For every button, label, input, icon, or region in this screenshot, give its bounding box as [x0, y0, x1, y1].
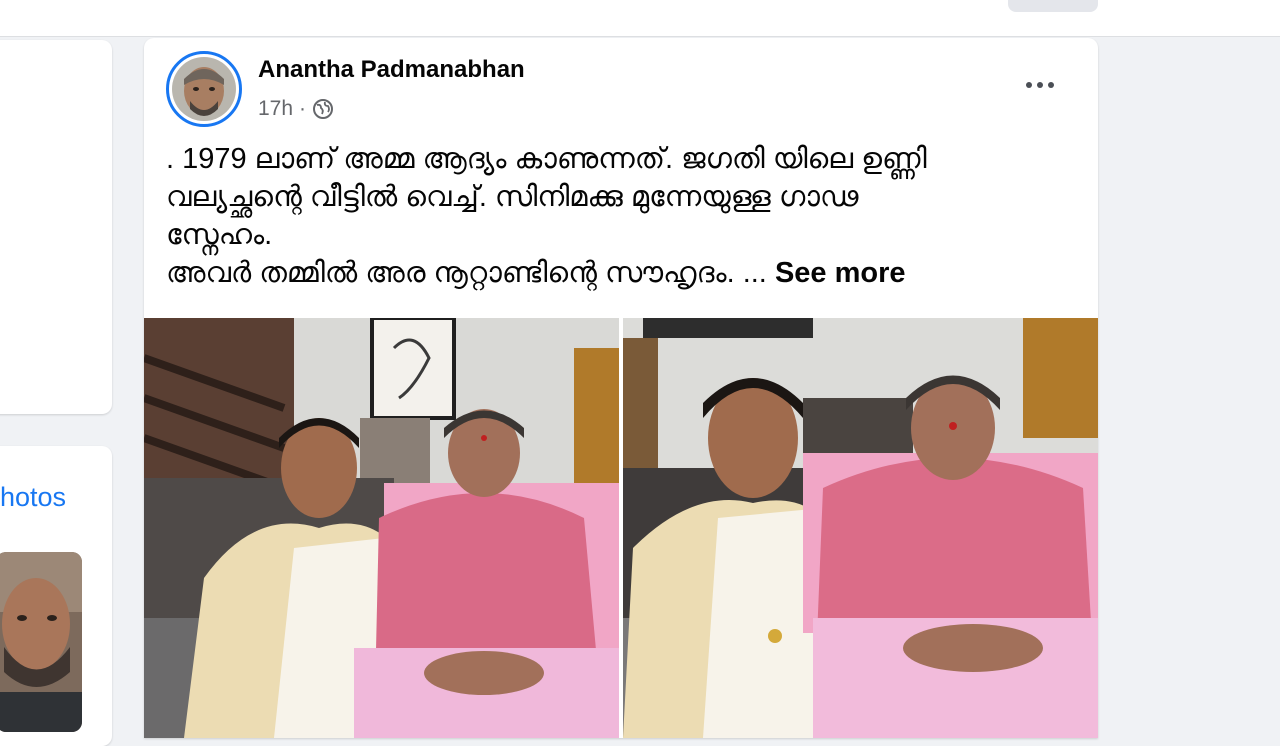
post-text-line: സ്നേഹം. — [166, 219, 273, 251]
post-text-line: . 1979 ലാണ് അമ്മ ആദ്യം കാണുന്നത്. ജഗതി യ… — [166, 143, 927, 175]
post-text-line: വല്യച്ഛന്റെ വീട്ടിൽ വെച്ച്. സിനിമക്കു മു… — [166, 181, 859, 213]
post-text-line-with-see-more: അവർ തമ്മിൽ അര നൂറ്റാണ്ടിന്റെ സൗഹൃദം. ...… — [166, 254, 1066, 292]
feed-post: Anantha Padmanabhan 17h · . 1979 ലാണ് അമ… — [144, 38, 1098, 738]
top-navigation-bar — [0, 0, 1280, 37]
post-photo-grid — [144, 318, 1098, 738]
left-sidebar-card — [0, 40, 112, 414]
post-photo-2[interactable] — [623, 318, 1098, 738]
author-name-link[interactable]: Anantha Padmanabhan — [258, 56, 525, 84]
profile-photo-thumbnail[interactable] — [0, 552, 82, 732]
see-more-link[interactable]: See more — [775, 257, 906, 289]
more-options-icon[interactable] — [1016, 68, 1064, 102]
author-avatar[interactable] — [166, 51, 242, 127]
post-photo-1[interactable] — [144, 318, 619, 738]
post-meta: 17h · — [258, 96, 334, 122]
post-body: . 1979 ലാണ് അമ്മ ആദ്യം കാണുന്നത്. ജഗതി യ… — [166, 140, 1066, 292]
meta-separator: · — [299, 97, 307, 120]
post-text-line: അവർ തമ്മിൽ അര നൂറ്റാണ്ടിന്റെ സൗഹൃദം. ... — [166, 257, 767, 289]
photos-link[interactable]: hotos — [0, 482, 66, 513]
photos-sidebar-card: hotos — [0, 446, 112, 746]
globe-icon[interactable] — [312, 98, 334, 120]
top-nav-button[interactable] — [1008, 0, 1098, 12]
post-timestamp[interactable]: 17h — [258, 97, 293, 121]
